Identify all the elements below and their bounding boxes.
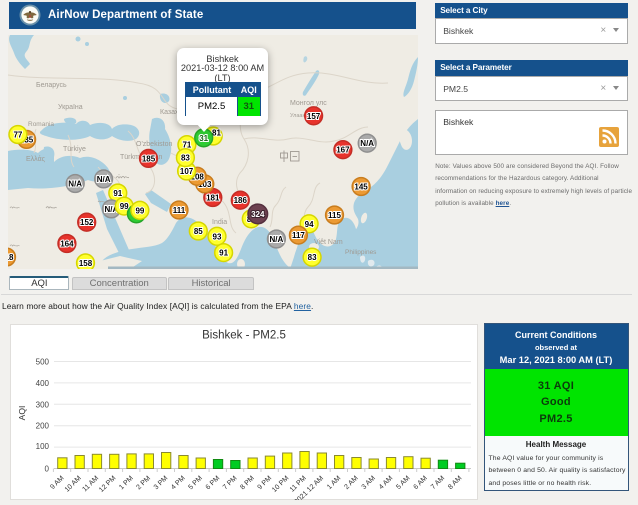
svg-text:N/A: N/A [270, 235, 284, 244]
svg-text:0: 0 [45, 464, 50, 473]
svg-text:77: 77 [13, 131, 22, 140]
svg-text:5 AM: 5 AM [395, 474, 411, 490]
svg-text:181: 181 [206, 194, 220, 203]
svg-text:8 PM: 8 PM [239, 474, 256, 491]
svg-text:10 AM: 10 AM [64, 474, 83, 493]
svg-text:93: 93 [213, 232, 222, 241]
svg-text:157: 157 [307, 112, 321, 121]
svg-text:500: 500 [36, 357, 50, 366]
svg-text:7 PM: 7 PM [222, 474, 239, 491]
svg-text:115: 115 [328, 211, 341, 220]
svg-text:152: 152 [80, 218, 94, 227]
svg-text:N/A: N/A [97, 175, 111, 184]
svg-text:2 AM: 2 AM [343, 474, 359, 490]
svg-text:4 PM: 4 PM [170, 474, 187, 491]
svg-text:91: 91 [219, 249, 228, 258]
svg-text:300: 300 [36, 400, 50, 409]
svg-text:India: India [212, 219, 227, 226]
svg-text:11 AM: 11 AM [81, 474, 100, 493]
svg-text:Монгол улс: Монгол улс [290, 100, 327, 107]
svg-text:158: 158 [79, 259, 93, 268]
svg-text:N/A: N/A [360, 139, 374, 148]
svg-text:N/A: N/A [68, 180, 82, 189]
svg-text:Viêt Nam: Viêt Nam [314, 239, 343, 246]
svg-text:117: 117 [292, 231, 305, 240]
svg-text:186: 186 [234, 196, 248, 205]
svg-text:85: 85 [194, 227, 203, 236]
svg-text:2 PM: 2 PM [135, 474, 152, 491]
svg-text:200: 200 [36, 421, 50, 430]
svg-text:18: 18 [8, 253, 14, 262]
svg-text:94: 94 [305, 220, 314, 229]
svg-text:100: 100 [36, 442, 50, 451]
svg-text:AQI: AQI [17, 405, 27, 420]
svg-text:Romania: Romania [28, 121, 54, 128]
svg-text:Беларусь: Беларусь [36, 82, 67, 89]
svg-text:Philippines: Philippines [345, 249, 377, 256]
svg-text:3 AM: 3 AM [361, 474, 377, 490]
svg-text:167: 167 [336, 146, 350, 155]
svg-text:83: 83 [308, 253, 317, 262]
svg-text:107: 107 [180, 167, 194, 176]
svg-text:324: 324 [251, 210, 265, 219]
svg-text:400: 400 [36, 378, 50, 387]
svg-text:145: 145 [354, 183, 368, 192]
svg-text:Ελλάς: Ελλάς [26, 155, 46, 163]
svg-text:6 AM: 6 AM [413, 474, 429, 490]
svg-text:91: 91 [113, 189, 122, 198]
svg-text:1 AM: 1 AM [326, 474, 342, 490]
svg-text:8 AM: 8 AM [447, 474, 463, 490]
svg-text:7 AM: 7 AM [430, 474, 446, 490]
svg-text:164: 164 [60, 240, 74, 249]
svg-text:83: 83 [181, 154, 190, 163]
svg-text:99: 99 [135, 206, 144, 215]
svg-text:185: 185 [142, 154, 156, 163]
svg-text:4 AM: 4 AM [378, 474, 394, 490]
svg-text:6 PM: 6 PM [205, 474, 222, 491]
svg-text:12 PM: 12 PM [98, 474, 118, 493]
svg-text:10 PM: 10 PM [271, 474, 291, 493]
svg-text:Україна: Україна [58, 104, 83, 111]
svg-text:31: 31 [199, 134, 208, 143]
svg-text:5 PM: 5 PM [187, 474, 204, 491]
svg-text:Türkiye: Türkiye [63, 146, 86, 153]
svg-text:81: 81 [212, 129, 221, 138]
svg-text:111: 111 [173, 206, 186, 215]
svg-text:O'zbekiston: O'zbekiston [136, 141, 172, 148]
svg-text:Bishkek - PM2.5: Bishkek - PM2.5 [202, 329, 286, 341]
svg-text:1 PM: 1 PM [118, 474, 135, 491]
svg-text:3 PM: 3 PM [153, 474, 170, 491]
